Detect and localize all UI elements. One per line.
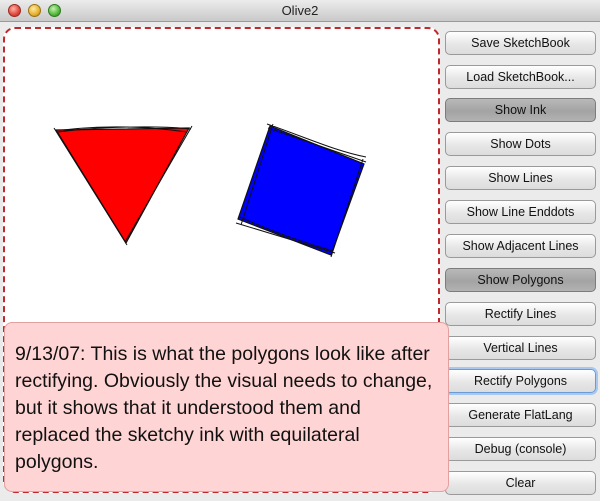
annotation-note: 9/13/07: This is what the polygons look … <box>4 322 449 492</box>
title-bar: Olive2 <box>0 0 600 22</box>
show-line-enddots-button[interactable]: Show Line Enddots <box>445 200 596 224</box>
red-triangle <box>54 127 191 245</box>
show-polygons-button[interactable]: Show Polygons <box>445 268 596 292</box>
vertical-lines-button[interactable]: Vertical Lines <box>445 336 596 360</box>
generate-flatlang-button[interactable]: Generate FlatLang <box>445 403 596 427</box>
clear-button[interactable]: Clear <box>445 471 596 495</box>
rectify-polygons-button[interactable]: Rectify Polygons <box>445 369 596 393</box>
debug-console-button[interactable]: Debug (console) <box>445 437 596 461</box>
rectify-lines-button[interactable]: Rectify Lines <box>445 302 596 326</box>
show-ink-button[interactable]: Show Ink <box>445 98 596 122</box>
blue-square <box>237 125 365 256</box>
show-dots-button[interactable]: Show Dots <box>445 132 596 156</box>
save-sketchbook-button[interactable]: Save SketchBook <box>445 31 596 55</box>
show-adjacent-lines-button[interactable]: Show Adjacent Lines <box>445 234 596 258</box>
window-content: Save SketchBook Load SketchBook... Show … <box>0 22 600 501</box>
load-sketchbook-button[interactable]: Load SketchBook... <box>445 65 596 89</box>
show-lines-button[interactable]: Show Lines <box>445 166 596 190</box>
window-title: Olive2 <box>281 3 319 18</box>
